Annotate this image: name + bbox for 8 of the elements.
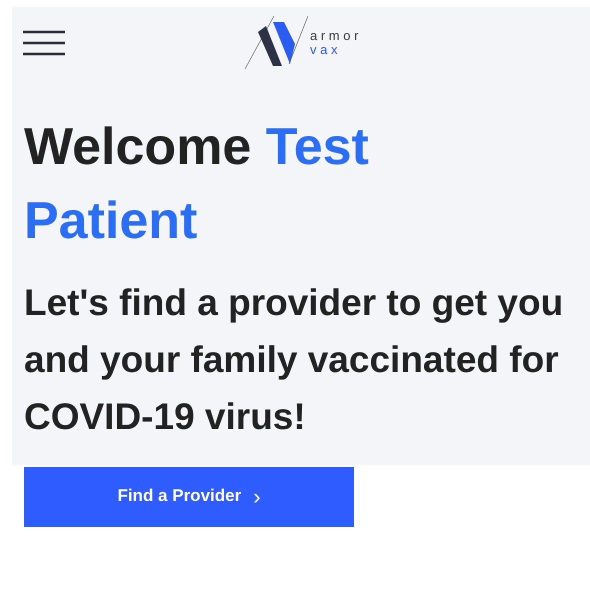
welcome-heading: Welcome Test Patient xyxy=(23,117,370,252)
logo-text: a r m o r xyxy=(310,29,358,43)
subheading: Let's find a provider to get you and your family vaccinated for COVID-19 virus! xyxy=(23,281,564,439)
chevron-icon: › xyxy=(253,480,261,512)
menu-icon[interactable] xyxy=(22,29,66,57)
logo-mark-icon xyxy=(244,16,308,70)
find-provider-button[interactable]: Find a Provider › xyxy=(24,467,354,527)
logo-text: v a x xyxy=(310,43,338,57)
